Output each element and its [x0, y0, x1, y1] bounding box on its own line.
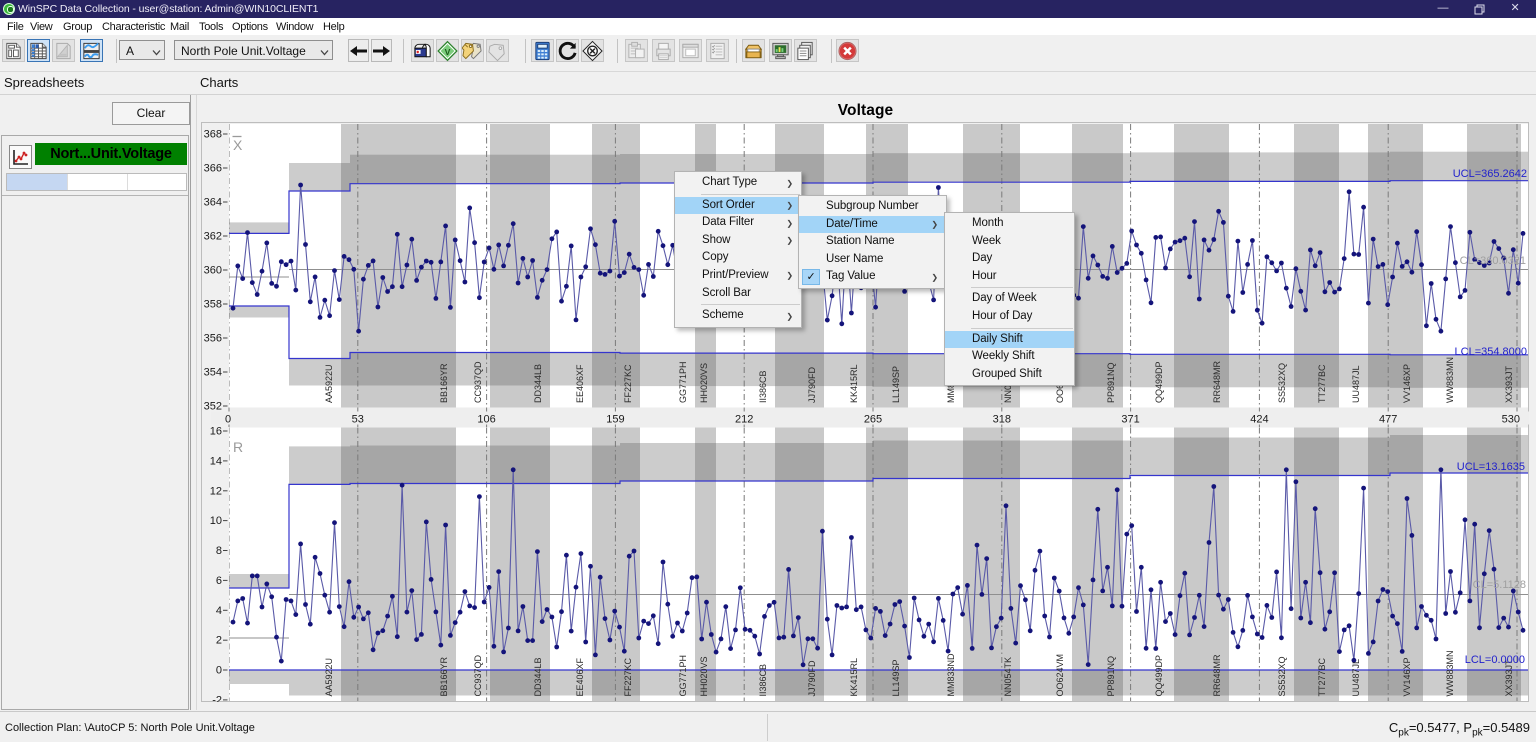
svg-text:356: 356: [204, 333, 222, 345]
svg-text:14: 14: [210, 455, 222, 467]
svg-text:AA5922U: AA5922U: [324, 658, 334, 697]
svg-text:477: 477: [1379, 414, 1397, 426]
svg-text:TT277BC: TT277BC: [1317, 657, 1327, 696]
svg-text:UU487JL: UU487JL: [1351, 659, 1361, 697]
svg-text:X: X: [233, 137, 243, 153]
svg-text:212: 212: [735, 414, 753, 426]
svg-text:0: 0: [225, 414, 231, 426]
svg-text:SS532XQ: SS532XQ: [1277, 656, 1287, 696]
svg-text:354: 354: [204, 367, 222, 379]
svg-text:R: R: [233, 439, 243, 455]
svg-text:RR648MR: RR648MR: [1212, 360, 1222, 403]
svg-text:II386CB: II386CB: [758, 370, 768, 403]
svg-text:VV146XP: VV146XP: [1402, 657, 1412, 696]
svg-text:6: 6: [216, 575, 222, 587]
svg-text:364: 364: [204, 197, 222, 209]
svg-text:MM833ND: MM833ND: [946, 653, 956, 697]
svg-text:362: 362: [204, 231, 222, 243]
svg-text:10: 10: [210, 515, 222, 527]
svg-text:EE406XF: EE406XF: [575, 657, 585, 696]
svg-text:V: V: [445, 46, 451, 56]
svg-text:-2: -2: [212, 694, 222, 702]
svg-text:BB166YR: BB166YR: [439, 656, 449, 696]
svg-text:BB166YR: BB166YR: [439, 363, 449, 403]
svg-text:OO624VM: OO624VM: [1055, 654, 1065, 697]
svg-text:LCL=0.0000: LCL=0.0000: [1465, 654, 1525, 666]
svg-text:530: 530: [1502, 414, 1520, 426]
svg-text:KK415RL: KK415RL: [849, 658, 859, 697]
svg-text:VV146XP: VV146XP: [1402, 364, 1412, 403]
svg-text:371: 371: [1121, 414, 1139, 426]
svg-text:8: 8: [216, 545, 222, 557]
svg-text:424: 424: [1250, 414, 1268, 426]
svg-text:HH020VS: HH020VS: [699, 656, 709, 696]
svg-text:53: 53: [352, 414, 364, 426]
svg-text:366: 366: [204, 163, 222, 175]
svg-text:QQ499DP: QQ499DP: [1154, 361, 1164, 403]
svg-text:II386CB: II386CB: [758, 664, 768, 697]
svg-text:SS532XQ: SS532XQ: [1277, 363, 1287, 403]
svg-text:AA5922U: AA5922U: [324, 364, 334, 403]
svg-text:CC937QD: CC937QD: [473, 361, 483, 403]
svg-text:JJ790FD: JJ790FD: [807, 366, 817, 403]
svg-text:DD344LB: DD344LB: [533, 657, 543, 696]
svg-text:318: 318: [993, 414, 1011, 426]
svg-text:LL149SP: LL149SP: [891, 366, 901, 403]
svg-text:FF227KC: FF227KC: [623, 364, 633, 403]
svg-text:159: 159: [606, 414, 624, 426]
svg-text:106: 106: [477, 414, 495, 426]
svg-text:LL149SP: LL149SP: [891, 659, 901, 696]
svg-text:265: 265: [864, 414, 882, 426]
svg-text:CL=5.1128: CL=5.1128: [1473, 579, 1526, 591]
svg-text:DD344LB: DD344LB: [533, 364, 543, 403]
svg-text:PP891NQ: PP891NQ: [1106, 656, 1116, 697]
svg-text:NN054TK: NN054TK: [1003, 657, 1013, 697]
svg-text:358: 358: [204, 299, 222, 311]
svg-text:352: 352: [204, 401, 222, 413]
svg-text:UU487JL: UU487JL: [1351, 365, 1361, 403]
svg-text:WW883MN: WW883MN: [1445, 650, 1455, 696]
svg-text:CL=360.0321: CL=360.0321: [1460, 255, 1526, 267]
svg-text:4: 4: [216, 605, 222, 617]
svg-text:UCL=365.2642: UCL=365.2642: [1453, 168, 1527, 180]
svg-text:KK415RL: KK415RL: [849, 364, 859, 403]
svg-text:XX393JT: XX393JT: [1504, 365, 1514, 403]
svg-text:FF227KC: FF227KC: [623, 657, 633, 696]
svg-text:CC937QD: CC937QD: [473, 654, 483, 696]
svg-text:PP891NQ: PP891NQ: [1106, 362, 1116, 403]
svg-text:GG771PH: GG771PH: [678, 655, 688, 697]
svg-text:16: 16: [210, 426, 222, 438]
svg-text:TT277BC: TT277BC: [1317, 364, 1327, 403]
svg-text:12: 12: [210, 485, 222, 497]
svg-text:GG771PH: GG771PH: [678, 361, 688, 403]
svg-text:WW883MN: WW883MN: [1445, 357, 1455, 403]
svg-text:JJ790FD: JJ790FD: [807, 660, 817, 697]
svg-text:EE406XF: EE406XF: [575, 364, 585, 403]
svg-text:2: 2: [216, 635, 222, 647]
svg-text:368: 368: [204, 129, 222, 141]
svg-text:HH020VS: HH020VS: [699, 363, 709, 403]
svg-text:360: 360: [204, 265, 222, 277]
svg-text:QQ499DP: QQ499DP: [1154, 655, 1164, 697]
svg-text:RR648MR: RR648MR: [1212, 654, 1222, 697]
svg-text:UCL=13.1635: UCL=13.1635: [1457, 461, 1525, 473]
svg-text:LCL=354.8000: LCL=354.8000: [1455, 346, 1527, 358]
svg-text:0: 0: [216, 665, 222, 677]
